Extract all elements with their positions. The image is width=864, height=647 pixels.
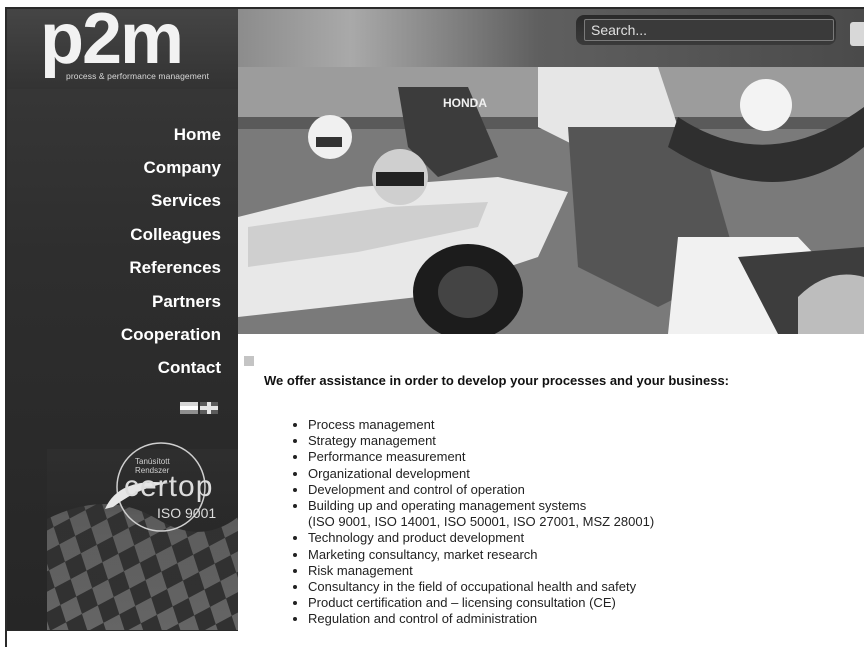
list-item: Marketing consultancy, market research	[308, 547, 654, 563]
nav-item-services[interactable]: Services	[7, 185, 238, 218]
list-item: Risk management	[308, 563, 654, 579]
certificate-standard: ISO 9001	[157, 505, 217, 521]
list-item: Performance measurement	[308, 449, 654, 465]
main-content: We offer assistance in order to develop …	[238, 334, 864, 630]
nav-label: References	[129, 258, 221, 278]
list-item: Development and control of operation	[308, 482, 654, 498]
services-headline: We offer assistance in order to develop …	[264, 373, 730, 388]
car-sponsor-text: HONDA	[443, 96, 487, 110]
language-switcher	[180, 402, 218, 414]
list-item-detail: (ISO 9001, ISO 14001, ISO 50001, ISO 270…	[308, 514, 655, 530]
nav-label: Home	[173, 124, 221, 144]
nav-item-partners[interactable]: Partners	[7, 285, 238, 318]
nav-label: Cooperation	[120, 325, 221, 345]
list-item-text: Building up and operating management sys…	[308, 498, 587, 514]
list-item: Process management	[308, 417, 654, 433]
search-input[interactable]	[584, 19, 834, 41]
search-box	[576, 15, 836, 45]
pit-stop-photo: HONDA	[238, 67, 864, 334]
list-item: Building up and operating management sys…	[308, 498, 654, 530]
search-button[interactable]	[850, 22, 864, 46]
main-navigation: Home Company Services Colleagues Referen…	[7, 118, 238, 385]
nav-item-contact[interactable]: Contact	[7, 352, 238, 385]
list-item: Strategy management	[308, 433, 654, 449]
sidebar: p2m process & performance management Hom…	[7, 9, 238, 630]
header-bar	[238, 9, 864, 67]
nav-label: Partners	[152, 291, 221, 311]
logo-mark: p2m	[40, 9, 184, 79]
nav-item-home[interactable]: Home	[7, 118, 238, 151]
logo[interactable]: p2m process & performance management	[7, 9, 238, 89]
list-item: Consultancy in the field of occupational…	[308, 579, 654, 595]
list-item: Organizational development	[308, 466, 654, 482]
list-item: Technology and product development	[308, 530, 654, 546]
uk-flag-icon[interactable]	[200, 402, 218, 414]
services-list: Process management Strategy management P…	[290, 417, 654, 628]
nav-item-references[interactable]: References	[7, 252, 238, 285]
nav-item-company[interactable]: Company	[7, 151, 238, 184]
content-marker	[244, 356, 254, 366]
logo-tagline: process & performance management	[66, 71, 210, 81]
nav-item-cooperation[interactable]: Cooperation	[7, 318, 238, 351]
nav-label: Services	[151, 191, 221, 211]
nav-item-colleagues[interactable]: Colleagues	[7, 218, 238, 251]
hungarian-flag-icon[interactable]	[180, 402, 198, 414]
nav-label: Colleagues	[130, 224, 221, 244]
certificate-line-1: Tanúsított	[135, 457, 170, 466]
nav-label: Contact	[157, 358, 221, 378]
list-item: Regulation and control of administration	[308, 611, 654, 627]
nav-label: Company	[143, 158, 221, 178]
list-item: Product certification and – licensing co…	[308, 595, 654, 611]
certificate-brand: certop	[124, 470, 214, 503]
divider	[7, 630, 238, 631]
